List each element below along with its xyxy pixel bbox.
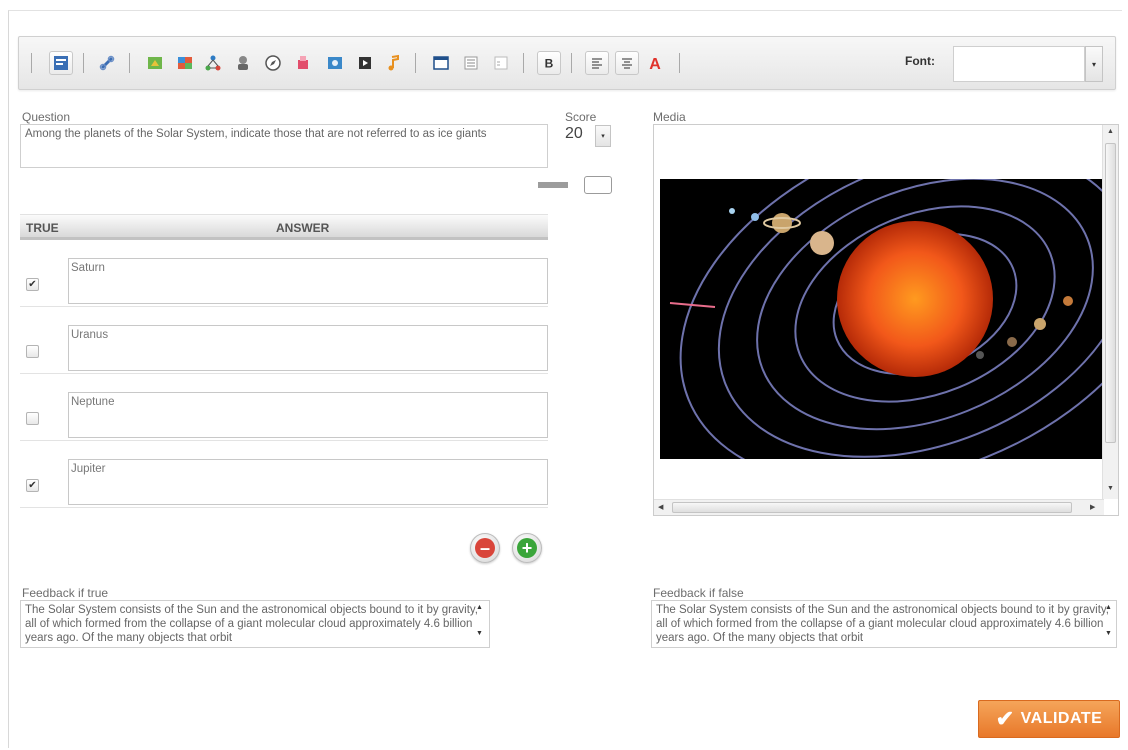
- gallery-icon[interactable]: [173, 51, 197, 75]
- remove-answer-button[interactable]: –: [470, 533, 500, 563]
- toolbar-separator: [679, 53, 680, 73]
- col-answer-header: ANSWER: [276, 221, 330, 235]
- toolbar-separator: [571, 53, 572, 73]
- media-horizontal-scrollbar[interactable]: ◀ ▶: [654, 499, 1104, 515]
- feedback-true-scrollbar[interactable]: ▲ ▼: [474, 604, 486, 644]
- bold-icon[interactable]: B: [537, 51, 561, 75]
- scroll-left-icon[interactable]: ◀: [658, 503, 663, 511]
- answer-input[interactable]: Saturn: [68, 258, 548, 304]
- align-left-icon[interactable]: [585, 51, 609, 75]
- window-icon[interactable]: [429, 51, 453, 75]
- col-true-header: TRUE: [26, 221, 59, 235]
- editor-toolbar: B A Font: ▾: [18, 36, 1116, 90]
- toolbar-separator: [129, 53, 130, 73]
- plus-icon: +: [517, 538, 537, 558]
- font-dropdown-arrow-icon[interactable]: ▾: [1085, 46, 1103, 82]
- feedback-false-label: Feedback if false: [653, 586, 744, 600]
- score-label: Score: [565, 110, 597, 124]
- list-icon[interactable]: [459, 51, 483, 75]
- robot-icon[interactable]: [231, 51, 255, 75]
- paint-icon[interactable]: [291, 51, 315, 75]
- true-checkbox[interactable]: [26, 345, 39, 358]
- vertical-scroll-thumb[interactable]: [1105, 143, 1116, 443]
- answer-input[interactable]: Neptune: [68, 392, 548, 438]
- answer-input[interactable]: Jupiter: [68, 459, 548, 505]
- feedback-false-scrollbar[interactable]: ▲ ▼: [1103, 604, 1115, 644]
- text-block-icon[interactable]: [489, 51, 513, 75]
- media-label: Media: [653, 110, 686, 124]
- table-row: Neptune: [20, 374, 548, 441]
- toolbar-separator: [31, 53, 32, 73]
- minus-icon: –: [475, 538, 495, 558]
- checkmark-icon: ✔: [995, 706, 1015, 731]
- question-label: Question: [22, 110, 71, 124]
- score-dropdown-arrow-icon[interactable]: ▾: [595, 125, 611, 147]
- true-checkbox[interactable]: ✔: [26, 479, 39, 492]
- align-center-icon[interactable]: [615, 51, 639, 75]
- feedback-true-label: Feedback if true: [22, 586, 109, 600]
- true-checkbox[interactable]: ✔: [26, 278, 39, 291]
- table-row: ✔ Jupiter: [20, 441, 548, 508]
- answers-table-header: TRUE ANSWER: [20, 214, 548, 240]
- font-label: Font:: [905, 54, 935, 68]
- table-row: ✔ Saturn: [20, 240, 548, 307]
- scroll-up-icon[interactable]: ▲: [1105, 604, 1112, 611]
- layout-option-bar[interactable]: [538, 182, 568, 188]
- link-icon[interactable]: [95, 51, 119, 75]
- toolbar-separator: [523, 53, 524, 73]
- font-select[interactable]: [953, 46, 1085, 82]
- validate-label: VALIDATE: [1020, 710, 1103, 727]
- toolbar-separator: [415, 53, 416, 73]
- font-color-icon[interactable]: A: [643, 51, 667, 75]
- true-checkbox[interactable]: [26, 412, 39, 425]
- svg-text:B: B: [545, 57, 554, 71]
- score-value[interactable]: 20: [565, 125, 583, 143]
- feedback-true-input[interactable]: The Solar System consists of the Sun and…: [20, 600, 490, 648]
- scroll-down-icon[interactable]: ▼: [1105, 630, 1112, 637]
- scroll-down-icon[interactable]: ▼: [1107, 485, 1114, 492]
- scroll-down-icon[interactable]: ▼: [476, 630, 483, 637]
- video-icon[interactable]: [353, 51, 377, 75]
- solar-system-image: [660, 179, 1102, 459]
- scroll-right-icon[interactable]: ▶: [1090, 503, 1095, 511]
- layout-option-box[interactable]: [584, 176, 612, 194]
- scroll-up-icon[interactable]: ▲: [1107, 128, 1114, 135]
- question-input[interactable]: Among the planets of the Solar System, i…: [20, 124, 548, 168]
- feedback-false-input[interactable]: The Solar System consists of the Sun and…: [651, 600, 1117, 648]
- answer-input[interactable]: Uranus: [68, 325, 548, 371]
- toolbar-separator: [83, 53, 84, 73]
- compass-icon[interactable]: [261, 51, 285, 75]
- music-icon[interactable]: [381, 51, 405, 75]
- scroll-up-icon[interactable]: ▲: [476, 604, 483, 611]
- network-icon[interactable]: [201, 51, 225, 75]
- media-vertical-scrollbar[interactable]: ▲ ▼: [1102, 125, 1118, 499]
- table-row: Uranus: [20, 307, 548, 374]
- photo-icon[interactable]: [323, 51, 347, 75]
- form-icon[interactable]: [49, 51, 73, 75]
- media-panel: ▲ ▼ ◀ ▶: [653, 124, 1119, 516]
- horizontal-scroll-thumb[interactable]: [672, 502, 1072, 513]
- add-answer-button[interactable]: +: [512, 533, 542, 563]
- svg-text:A: A: [649, 56, 661, 72]
- tree-icon[interactable]: [143, 51, 167, 75]
- validate-button[interactable]: ✔ VALIDATE: [978, 700, 1120, 738]
